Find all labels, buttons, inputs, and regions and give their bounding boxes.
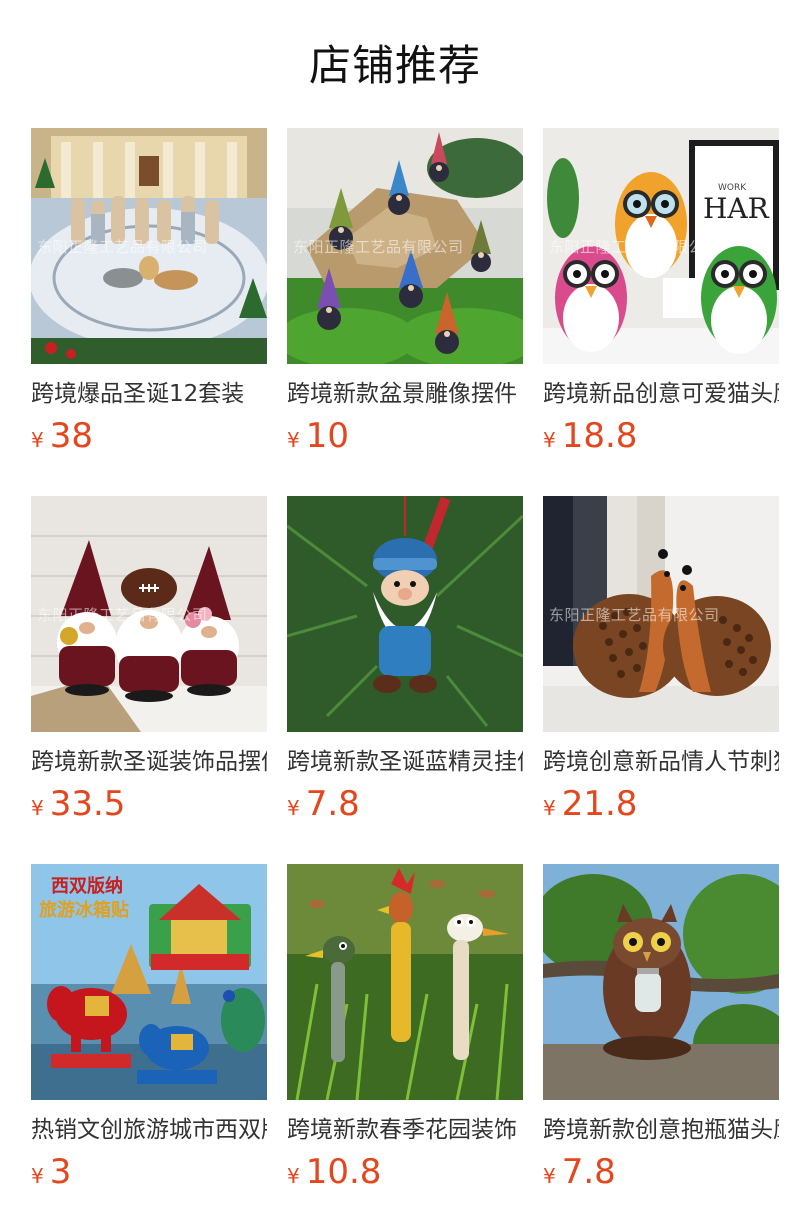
product-name[interactable]: 跨境新款圣诞装饰品摆件 bbox=[31, 746, 267, 778]
price-value: 3 bbox=[49, 1152, 72, 1192]
svg-text:旅游冰箱贴: 旅游冰箱贴 bbox=[39, 899, 129, 921]
product-card[interactable]: 跨境新款春季花园装饰 ¥10.8 bbox=[287, 864, 523, 1232]
product-price: ¥38 bbox=[31, 416, 267, 456]
price-value: 33.5 bbox=[49, 784, 126, 824]
product-name[interactable]: 跨境新款春季花园装饰 bbox=[287, 1114, 523, 1146]
currency-symbol: ¥ bbox=[543, 428, 556, 452]
product-card[interactable]: 东阳正隆工艺品有限公司 跨境新款盆景雕像摆件 ¥10 bbox=[287, 128, 523, 496]
product-price: ¥7.8 bbox=[543, 1152, 779, 1192]
product-price: ¥10.8 bbox=[287, 1152, 523, 1192]
product-grid: 东阳正隆工艺品有限公司 跨境爆品圣诞12套装 ¥38 东阳正隆工艺品有限公司 跨… bbox=[31, 128, 779, 1232]
product-image[interactable]: 东阳正隆工艺品有限公司 bbox=[543, 496, 779, 732]
product-image[interactable]: 西双版纳 旅游冰箱贴 bbox=[31, 864, 267, 1100]
price-value: 7.8 bbox=[561, 1152, 616, 1192]
product-card[interactable]: HAR WORK 东阳正隆工艺品有限公司 跨境新品创意可爱猫头鹰 ¥ 18.8 bbox=[543, 128, 779, 496]
svg-text:WORK: WORK bbox=[718, 183, 747, 193]
product-name[interactable]: 跨境新款创意抱瓶猫头鹰 bbox=[543, 1114, 779, 1146]
product-image[interactable] bbox=[543, 864, 779, 1100]
svg-text:HAR: HAR bbox=[703, 192, 770, 225]
currency-symbol: ¥ bbox=[287, 428, 300, 452]
currency-symbol: ¥ bbox=[543, 796, 556, 820]
product-card[interactable]: 西双版纳 旅游冰箱贴 热销文创旅游城市西双版纳 ¥3 bbox=[31, 864, 267, 1232]
product-name[interactable]: 跨境新品创意可爱猫头鹰 bbox=[543, 378, 779, 410]
price-value: 38 bbox=[49, 416, 93, 456]
price-value: 10.8 bbox=[305, 1152, 382, 1192]
currency-symbol: ¥ bbox=[543, 1164, 556, 1188]
product-card[interactable]: 跨境新款创意抱瓶猫头鹰 ¥7.8 bbox=[543, 864, 779, 1232]
currency-symbol: ¥ bbox=[31, 428, 44, 452]
svg-text:西双版纳: 西双版纳 bbox=[51, 875, 123, 897]
product-card[interactable]: 东阳正隆工艺品有限公司 跨境爆品圣诞12套装 ¥38 bbox=[31, 128, 267, 496]
product-name[interactable]: 跨境创意新品情人节刺猬 bbox=[543, 746, 779, 778]
product-image[interactable] bbox=[287, 864, 523, 1100]
product-price: ¥33.5 bbox=[31, 784, 267, 824]
currency-symbol: ¥ bbox=[287, 1164, 300, 1188]
price-value: 10 bbox=[305, 416, 349, 456]
currency-symbol: ¥ bbox=[31, 1164, 44, 1188]
product-price: ¥3 bbox=[31, 1152, 267, 1192]
product-card[interactable]: 跨境新款圣诞蓝精灵挂件 ¥7.8 bbox=[287, 496, 523, 864]
product-image[interactable]: 东阳正隆工艺品有限公司 bbox=[31, 496, 267, 732]
product-price: ¥21.8 bbox=[543, 784, 779, 824]
price-value: 21.8 bbox=[561, 784, 638, 824]
price-value: 7.8 bbox=[305, 784, 360, 824]
product-image[interactable] bbox=[287, 496, 523, 732]
product-price: ¥7.8 bbox=[287, 784, 523, 824]
price-value: 18.8 bbox=[561, 416, 638, 456]
currency-symbol: ¥ bbox=[287, 796, 300, 820]
currency-symbol: ¥ bbox=[31, 796, 44, 820]
product-name[interactable]: 跨境爆品圣诞12套装 bbox=[31, 378, 267, 410]
product-name[interactable]: 热销文创旅游城市西双版纳 bbox=[31, 1114, 267, 1146]
product-name[interactable]: 跨境新款圣诞蓝精灵挂件 bbox=[287, 746, 523, 778]
product-card[interactable]: 东阳正隆工艺品有限公司 跨境创意新品情人节刺猬 ¥21.8 bbox=[543, 496, 779, 864]
product-image[interactable]: HAR WORK 东阳正隆工艺品有限公司 bbox=[543, 128, 779, 364]
product-name[interactable]: 跨境新款盆景雕像摆件 bbox=[287, 378, 523, 410]
page-title: 店铺推荐 bbox=[308, 41, 481, 90]
product-card[interactable]: 东阳正隆工艺品有限公司 跨境新款圣诞装饰品摆件 ¥33.5 bbox=[31, 496, 267, 864]
product-image[interactable]: 东阳正隆工艺品有限公司 bbox=[31, 128, 267, 364]
product-image[interactable]: 东阳正隆工艺品有限公司 bbox=[287, 128, 523, 364]
product-price: ¥18.8 bbox=[543, 416, 779, 456]
product-price: ¥10 bbox=[287, 416, 523, 456]
